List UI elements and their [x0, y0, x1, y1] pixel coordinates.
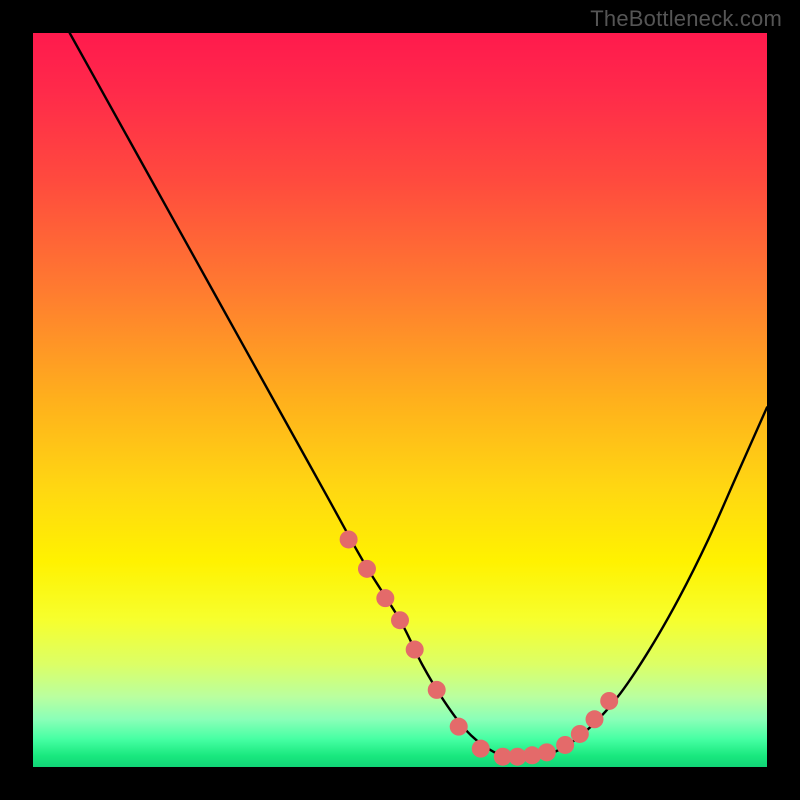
marker-dot — [376, 589, 394, 607]
marker-dot — [406, 641, 424, 659]
plot-area — [33, 33, 767, 767]
marker-dot — [391, 611, 409, 629]
marker-dots — [33, 33, 767, 767]
marker-dot — [556, 736, 574, 754]
marker-dot — [600, 692, 618, 710]
marker-dot — [450, 718, 468, 736]
marker-dot — [571, 725, 589, 743]
watermark-text: TheBottleneck.com — [590, 6, 782, 32]
marker-dot — [538, 743, 556, 761]
marker-dot — [472, 740, 490, 758]
chart-frame: TheBottleneck.com — [0, 0, 800, 800]
marker-dot — [358, 560, 376, 578]
marker-dot — [428, 681, 446, 699]
marker-dot — [340, 530, 358, 548]
marker-dot — [586, 710, 604, 728]
